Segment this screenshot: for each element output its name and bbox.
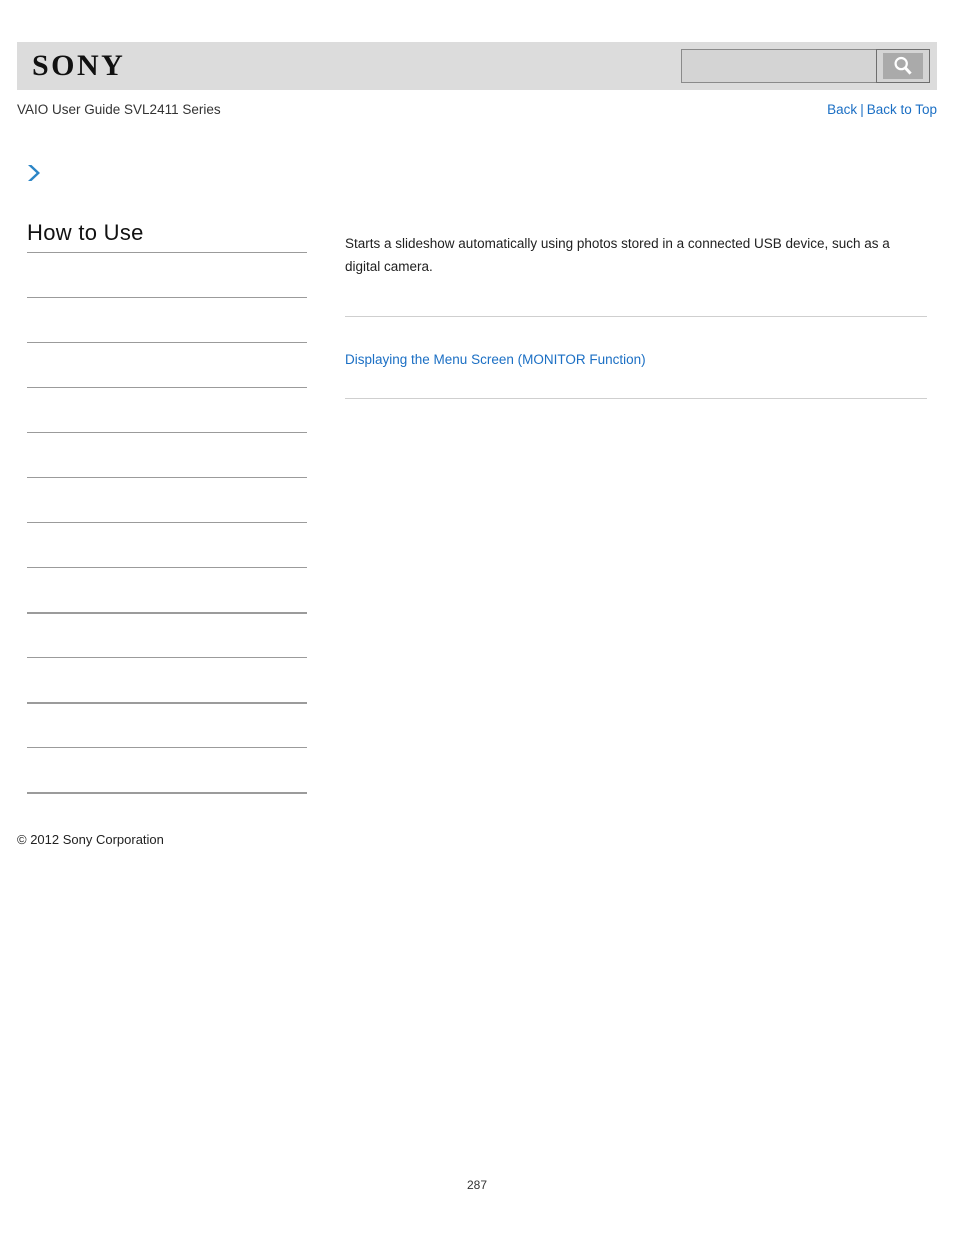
back-link[interactable]: Back <box>827 102 857 117</box>
sidebar-item[interactable] <box>27 657 307 702</box>
page-title: VAIO User Guide SVL2411 Series <box>17 102 221 117</box>
sidebar-item[interactable] <box>27 477 307 522</box>
header-nav-links: Back | Back to Top <box>827 100 937 120</box>
sidebar-item[interactable] <box>27 342 307 387</box>
search-input[interactable] <box>681 49 876 83</box>
sidebar-item[interactable] <box>27 387 307 432</box>
chevron-right-icon[interactable] <box>25 163 43 183</box>
sidebar-item[interactable] <box>27 747 307 792</box>
site-header: SONY <box>17 42 937 90</box>
related-topic-link[interactable]: Displaying the Menu Screen (MONITOR Func… <box>345 352 646 367</box>
sidebar-item[interactable] <box>27 432 307 477</box>
content-divider-bottom <box>345 398 927 399</box>
related-topics-block: Displaying the Menu Screen (MONITOR Func… <box>345 317 927 398</box>
sidebar-heading: How to Use <box>27 220 144 245</box>
copyright-notice: © 2012 Sony Corporation <box>17 832 164 847</box>
sony-wordmark-logo: SONY <box>32 49 126 82</box>
sidebar-item[interactable] <box>27 297 307 342</box>
sidebar-item-list <box>27 252 307 794</box>
search-form <box>681 49 930 83</box>
search-button[interactable] <box>876 49 930 83</box>
sidebar-list-end-rule <box>27 792 307 794</box>
nav-separator: | <box>860 102 864 117</box>
description-text: Starts a slideshow automatically using p… <box>345 236 890 274</box>
back-to-top-link[interactable]: Back to Top <box>867 102 937 117</box>
page-number: 287 <box>466 1178 488 1192</box>
subheader-bar: VAIO User Guide SVL2411 Series Back | Back… <box>17 100 937 122</box>
sidebar-item[interactable] <box>27 567 307 612</box>
sidebar-item[interactable] <box>27 522 307 567</box>
sidebar-item[interactable] <box>27 252 307 297</box>
main-content: Starts a slideshow automatically using p… <box>345 232 927 399</box>
sidebar-item[interactable] <box>27 702 307 747</box>
sidebar-navigation: How to Use <box>27 220 307 794</box>
search-icon <box>883 53 923 79</box>
sidebar-item[interactable] <box>27 612 307 657</box>
